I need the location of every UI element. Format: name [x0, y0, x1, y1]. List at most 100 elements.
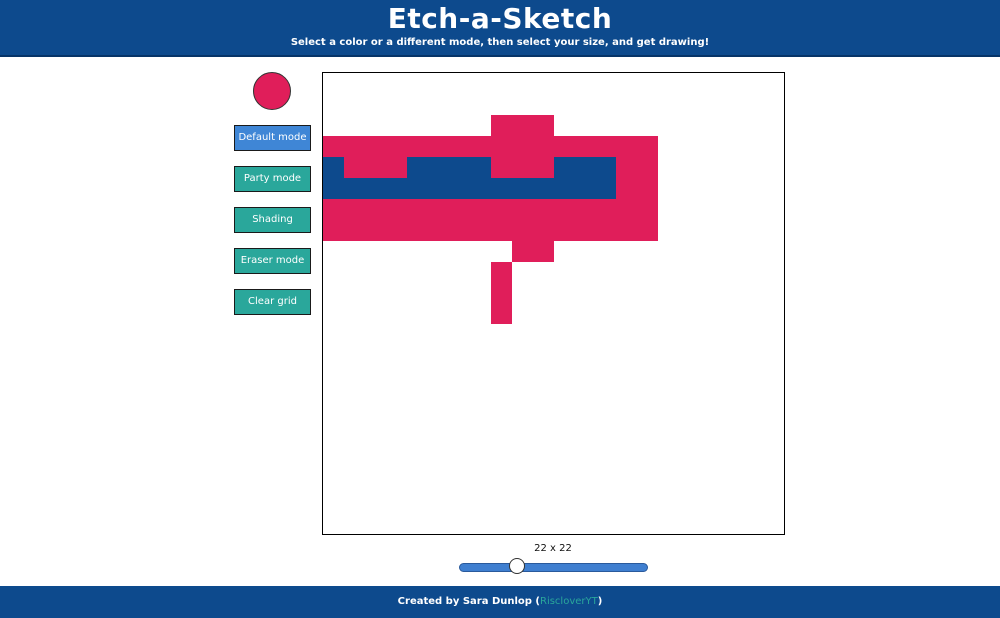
grid-cell[interactable]: [658, 262, 679, 283]
grid-cell[interactable]: [427, 198, 449, 220]
grid-cell[interactable]: [512, 429, 533, 450]
grid-cell[interactable]: [679, 262, 700, 283]
grid-cell[interactable]: [742, 366, 763, 387]
grid-cell[interactable]: [742, 136, 763, 157]
grid-cell[interactable]: [533, 408, 554, 429]
grid-cell[interactable]: [763, 283, 784, 304]
grid-cell[interactable]: [763, 429, 784, 450]
grid-cell[interactable]: [428, 513, 449, 534]
grid-cell[interactable]: [574, 408, 595, 429]
grid-cell[interactable]: [428, 304, 449, 325]
grid-cell[interactable]: [574, 219, 596, 241]
grid-cell[interactable]: [428, 345, 449, 366]
grid-cell[interactable]: [323, 219, 344, 241]
grid-cell[interactable]: [427, 219, 449, 241]
grid-cell[interactable]: [385, 198, 407, 220]
grid-cell[interactable]: [574, 492, 595, 513]
grid-cell[interactable]: [637, 450, 658, 471]
grid-cell[interactable]: [616, 262, 637, 283]
grid-cell[interactable]: [532, 240, 554, 262]
grid-cell[interactable]: [491, 429, 512, 450]
grid-cell[interactable]: [365, 283, 386, 304]
grid-cell[interactable]: [595, 177, 617, 199]
grid-cell[interactable]: [679, 513, 700, 534]
grid-cell[interactable]: [763, 345, 784, 366]
grid-cell[interactable]: [721, 387, 742, 408]
grid-cell[interactable]: [721, 115, 742, 136]
grid-cell[interactable]: [428, 408, 449, 429]
grid-cell[interactable]: [637, 345, 658, 366]
grid-size-slider[interactable]: [459, 563, 648, 572]
grid-cell[interactable]: [742, 429, 763, 450]
grid-cell[interactable]: [533, 73, 554, 94]
grid-cell[interactable]: [511, 135, 533, 157]
sketch-grid[interactable]: [323, 73, 784, 534]
grid-cell[interactable]: [658, 345, 679, 366]
grid-cell[interactable]: [721, 345, 742, 366]
grid-cell[interactable]: [469, 135, 491, 157]
grid-cell[interactable]: [448, 156, 470, 178]
grid-cell[interactable]: [491, 408, 512, 429]
grid-cell[interactable]: [721, 408, 742, 429]
grid-cell[interactable]: [491, 492, 512, 513]
grid-cell[interactable]: [490, 198, 512, 220]
grid-cell[interactable]: [742, 94, 763, 115]
grid-cell[interactable]: [407, 345, 428, 366]
grid-cell[interactable]: [658, 220, 679, 241]
grid-cell[interactable]: [449, 345, 470, 366]
grid-cell[interactable]: [323, 513, 344, 534]
grid-cell[interactable]: [554, 387, 575, 408]
default-mode-button[interactable]: Default mode: [234, 125, 311, 151]
grid-cell[interactable]: [344, 492, 365, 513]
grid-cell[interactable]: [616, 135, 638, 157]
grid-cell[interactable]: [490, 261, 512, 283]
grid-cell[interactable]: [574, 73, 595, 94]
grid-cell[interactable]: [365, 345, 386, 366]
grid-cell[interactable]: [637, 492, 658, 513]
grid-cell[interactable]: [344, 304, 365, 325]
grid-cell[interactable]: [386, 345, 407, 366]
grid-cell[interactable]: [658, 94, 679, 115]
grid-cell[interactable]: [344, 324, 365, 345]
grid-cell[interactable]: [533, 429, 554, 450]
grid-cell[interactable]: [616, 450, 637, 471]
grid-cell[interactable]: [491, 366, 512, 387]
grid-cell[interactable]: [449, 513, 470, 534]
grid-cell[interactable]: [449, 387, 470, 408]
grid-cell[interactable]: [512, 471, 533, 492]
grid-cell[interactable]: [721, 492, 742, 513]
grid-cell[interactable]: [323, 135, 344, 157]
grid-cell[interactable]: [742, 220, 763, 241]
grid-cell[interactable]: [574, 304, 595, 325]
grid-cell[interactable]: [679, 136, 700, 157]
grid-cell[interactable]: [512, 450, 533, 471]
grid-cell[interactable]: [344, 408, 365, 429]
grid-cell[interactable]: [595, 219, 617, 241]
grid-cell[interactable]: [595, 471, 616, 492]
grid-cell[interactable]: [344, 241, 365, 262]
grid-cell[interactable]: [721, 157, 742, 178]
grid-cell[interactable]: [616, 241, 637, 262]
grid-cell[interactable]: [554, 73, 575, 94]
grid-cell[interactable]: [407, 262, 428, 283]
grid-cell[interactable]: [511, 219, 533, 241]
grid-cell[interactable]: [386, 304, 407, 325]
grid-cell[interactable]: [700, 115, 721, 136]
grid-cell[interactable]: [365, 492, 386, 513]
grid-cell[interactable]: [491, 471, 512, 492]
grid-cell[interactable]: [323, 304, 344, 325]
grid-cell[interactable]: [658, 241, 679, 262]
grid-cell[interactable]: [512, 366, 533, 387]
grid-cell[interactable]: [491, 241, 512, 262]
grid-cell[interactable]: [532, 135, 554, 157]
grid-cell[interactable]: [323, 198, 344, 220]
grid-cell[interactable]: [428, 241, 449, 262]
grid-cell[interactable]: [428, 387, 449, 408]
grid-cell[interactable]: [533, 324, 554, 345]
eraser-mode-button[interactable]: Eraser mode: [234, 248, 311, 274]
grid-cell[interactable]: [679, 94, 700, 115]
grid-cell[interactable]: [679, 366, 700, 387]
grid-cell[interactable]: [763, 73, 784, 94]
grid-cell[interactable]: [742, 513, 763, 534]
grid-cell[interactable]: [679, 241, 700, 262]
